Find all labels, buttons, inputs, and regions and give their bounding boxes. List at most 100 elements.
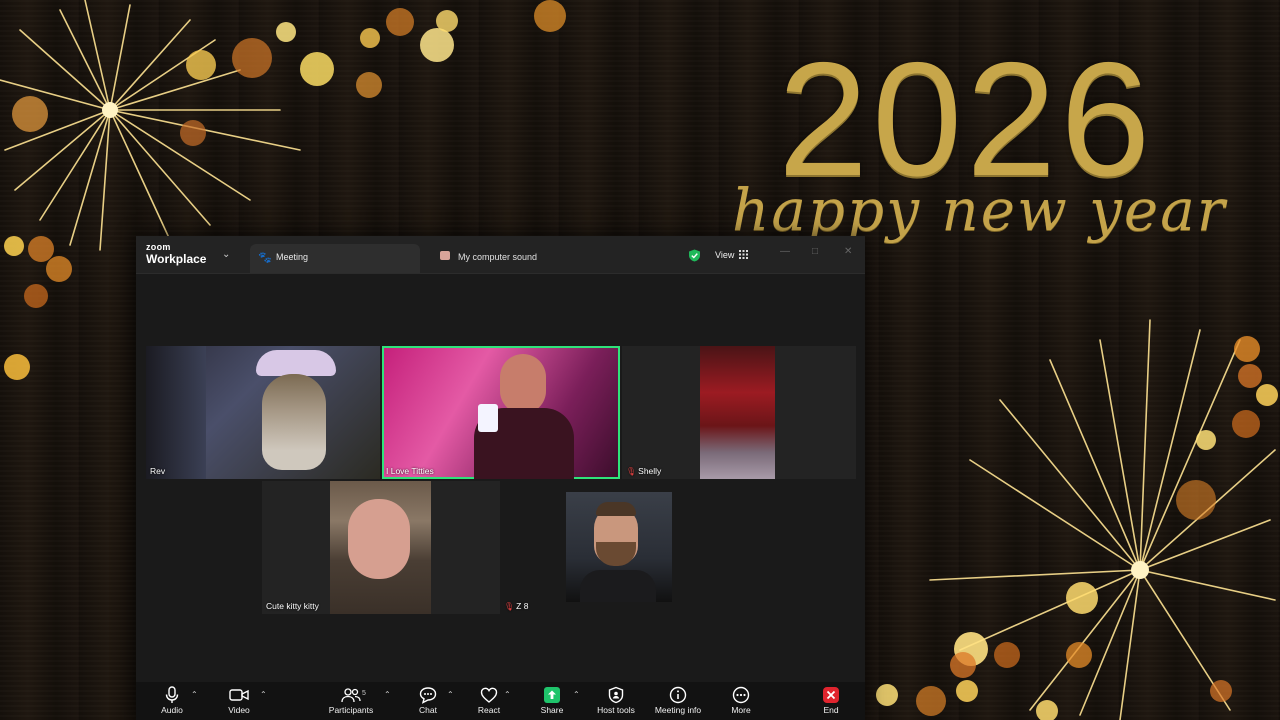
host-tools-button[interactable]: Host tools — [592, 686, 640, 715]
meeting-toolbar: Audio ⌃ Video ⌃ Participants 5 ⌃ Chat ⌃ … — [136, 682, 865, 720]
end-call-icon — [823, 687, 839, 703]
bokeh-light — [356, 72, 382, 98]
more-button[interactable]: More — [726, 686, 756, 715]
react-button[interactable]: React — [474, 686, 504, 715]
share-label: Share — [540, 705, 564, 715]
participant-video — [596, 542, 636, 566]
view-button[interactable]: View — [710, 245, 756, 265]
video-label: Video — [228, 705, 250, 715]
paw-icon: 🐾 — [258, 252, 272, 264]
bokeh-light — [436, 10, 458, 32]
video-gallery: Rev I Love Titties 🎙 Shelly Cute kitty ki… — [136, 274, 865, 682]
participant-video — [348, 499, 410, 579]
participants-count: 5 — [362, 690, 366, 697]
video-options-caret[interactable]: ⌃ — [260, 690, 267, 699]
bokeh-light — [950, 652, 976, 678]
chat-button[interactable]: Chat — [414, 686, 442, 715]
participant-tile-shelly[interactable]: 🎙 Shelly — [622, 346, 856, 479]
muted-mic-icon: 🎙 — [504, 602, 515, 611]
share-sound-icon — [440, 251, 450, 260]
greeting-script: happy new year — [732, 176, 1227, 244]
participant-tile-cute-kitty[interactable]: Cute kitty kitty — [262, 481, 500, 614]
info-icon — [669, 686, 687, 704]
participant-video — [262, 374, 326, 470]
participant-name: Rev — [150, 466, 166, 476]
chat-options-caret[interactable]: ⌃ — [447, 690, 454, 699]
participants-options-caret[interactable]: ⌃ — [384, 690, 391, 699]
bokeh-light — [420, 28, 454, 62]
share-options-caret[interactable]: ⌃ — [573, 690, 580, 699]
heart-icon — [480, 687, 498, 703]
bokeh-light — [1066, 582, 1098, 614]
bokeh-light — [276, 22, 296, 42]
video-button[interactable]: Video — [223, 686, 255, 715]
more-label: More — [731, 705, 751, 715]
bokeh-light — [1210, 680, 1232, 702]
bokeh-light — [386, 8, 414, 36]
participant-tile-active-speaker[interactable]: I Love Titties — [382, 346, 620, 479]
end-label: End — [823, 705, 839, 715]
participant-name: 🎙 Z 8 — [504, 601, 529, 611]
participants-icon — [341, 688, 361, 703]
audio-options-caret[interactable]: ⌃ — [191, 690, 198, 699]
title-bar: zoom Workplace ⌄ 🐾 Meeting My computer s… — [136, 236, 865, 274]
bokeh-light — [24, 284, 48, 308]
brand-zoom: zoom — [146, 242, 171, 252]
participant-video — [700, 346, 775, 479]
maximize-icon[interactable]: □ — [812, 246, 818, 257]
microphone-icon — [165, 686, 179, 703]
bokeh-light — [956, 680, 978, 702]
bokeh-light — [1238, 364, 1262, 388]
chevron-down-icon[interactable]: ⌄ — [222, 249, 230, 260]
bokeh-light — [46, 256, 72, 282]
share-screen-icon — [544, 687, 560, 703]
chat-icon — [419, 687, 437, 704]
muted-mic-icon: 🎙 — [626, 467, 637, 476]
bokeh-light — [876, 684, 898, 706]
close-icon[interactable]: ✕ — [844, 246, 852, 257]
participant-video — [478, 404, 498, 432]
encryption-shield-icon[interactable] — [688, 249, 701, 262]
bokeh-light — [4, 236, 24, 256]
minimize-icon[interactable]: — — [780, 246, 790, 257]
shield-icon — [608, 686, 624, 704]
view-label: View — [715, 250, 735, 260]
participant-video — [256, 350, 336, 376]
share-button[interactable]: Share — [537, 686, 567, 715]
react-options-caret[interactable]: ⌃ — [504, 690, 511, 699]
tab-meeting[interactable]: 🐾 Meeting — [250, 244, 420, 273]
participant-tile-bearded-man[interactable] — [566, 492, 672, 602]
bokeh-light — [534, 0, 566, 32]
bokeh-light — [360, 28, 380, 48]
participant-tile-z8[interactable]: 🎙 Z 8 — [502, 481, 556, 614]
host-tools-label: Host tools — [597, 705, 635, 715]
participant-name: I Love Titties — [386, 466, 434, 476]
zoom-workplace-menu[interactable]: zoom Workplace — [146, 242, 206, 266]
participant-video — [500, 354, 546, 414]
bokeh-light — [232, 38, 272, 78]
participant-tile-rev[interactable]: Rev — [146, 346, 380, 479]
participant-video — [580, 570, 656, 602]
meeting-info-button[interactable]: Meeting info — [650, 686, 706, 715]
bokeh-light — [1232, 410, 1260, 438]
more-options-icon — [732, 686, 750, 704]
bokeh-light — [180, 120, 206, 146]
bokeh-light — [994, 642, 1020, 668]
bokeh-light — [1036, 700, 1058, 720]
bokeh-light — [4, 354, 30, 380]
bokeh-light — [186, 50, 216, 80]
participants-button[interactable]: Participants — [326, 686, 376, 715]
participant-name: Cute kitty kitty — [266, 601, 319, 611]
tab-computer-sound-label: My computer sound — [458, 252, 538, 262]
bokeh-light — [300, 52, 334, 86]
participant-video — [146, 346, 206, 479]
camera-icon — [229, 689, 249, 701]
bokeh-light — [916, 686, 946, 716]
audio-button[interactable]: Audio — [156, 686, 188, 715]
participant-name: 🎙 Shelly — [626, 466, 662, 476]
brand-workplace: Workplace — [146, 252, 207, 266]
bokeh-light — [1066, 642, 1092, 668]
bokeh-light — [1196, 430, 1216, 450]
end-meeting-button[interactable]: End — [816, 686, 846, 715]
bokeh-light — [12, 96, 48, 132]
